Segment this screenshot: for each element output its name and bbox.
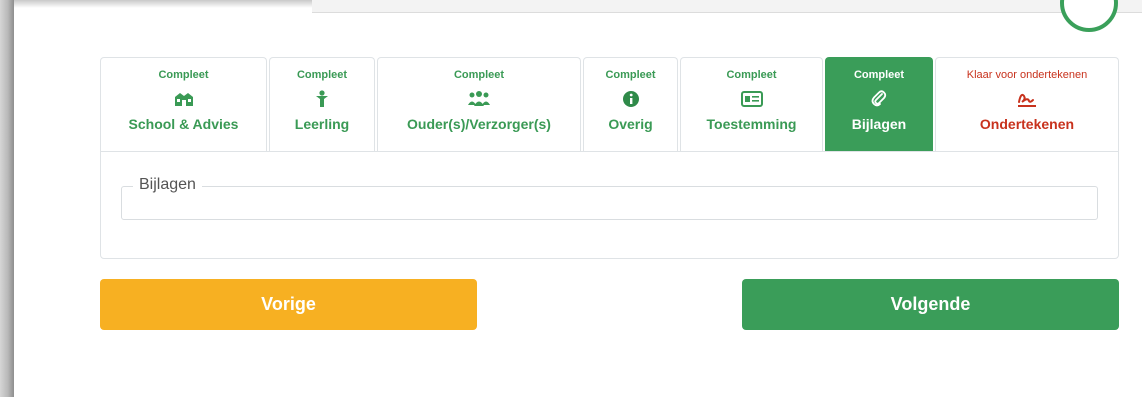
tab-label: Bijlagen (851, 116, 907, 132)
tab-toestemming[interactable]: Compleet Toestemming (680, 57, 823, 151)
window-top-shadow (14, 0, 314, 8)
tab-ondertekenen[interactable]: Klaar voor ondertekenen Ondertekenen (935, 57, 1119, 151)
tab-status: Compleet (726, 69, 777, 81)
tab-status: Compleet (158, 69, 209, 81)
paperclip-icon (871, 88, 887, 110)
tab-school-advies[interactable]: Compleet School & Advies (100, 57, 267, 151)
wizard-tabs: Compleet School & Advies Compleet Leerli… (100, 57, 1119, 151)
person-icon (315, 88, 329, 110)
previous-button[interactable]: Vorige (100, 279, 477, 330)
progress-indicator (1060, 0, 1118, 32)
users-icon (467, 88, 491, 110)
tab-bijlagen[interactable]: Compleet Bijlagen (825, 57, 933, 151)
tab-label: Ouder(s)/Verzorger(s) (407, 116, 551, 132)
tab-status: Compleet (296, 69, 348, 81)
tab-label: Toestemming (706, 116, 797, 132)
id-card-icon (740, 88, 763, 110)
tab-ouders-verzorgers[interactable]: Compleet Ouder(s)/Verzorger(s) (377, 57, 581, 151)
bijlagen-fieldset (121, 186, 1098, 220)
tab-overig[interactable]: Compleet Overig (583, 57, 678, 151)
signature-icon (1016, 88, 1038, 110)
top-bar (312, 0, 1142, 13)
tab-status: Compleet (453, 69, 505, 81)
window-left-edge (0, 0, 14, 397)
section-legend: Bijlagen (133, 176, 202, 194)
tab-status: Compleet (605, 69, 656, 81)
info-icon (622, 88, 640, 110)
tab-leerling[interactable]: Compleet Leerling (269, 57, 375, 151)
tab-content-panel (100, 151, 1119, 259)
tab-status: Compleet (853, 69, 905, 81)
next-button[interactable]: Volgende (742, 279, 1119, 330)
tab-label: School & Advies (128, 116, 239, 132)
tab-label: Leerling (294, 116, 350, 132)
tab-label: Ondertekenen (979, 116, 1075, 132)
tab-label: Overig (608, 116, 653, 132)
tab-status: Klaar voor ondertekenen (966, 69, 1088, 81)
school-icon (174, 88, 194, 110)
